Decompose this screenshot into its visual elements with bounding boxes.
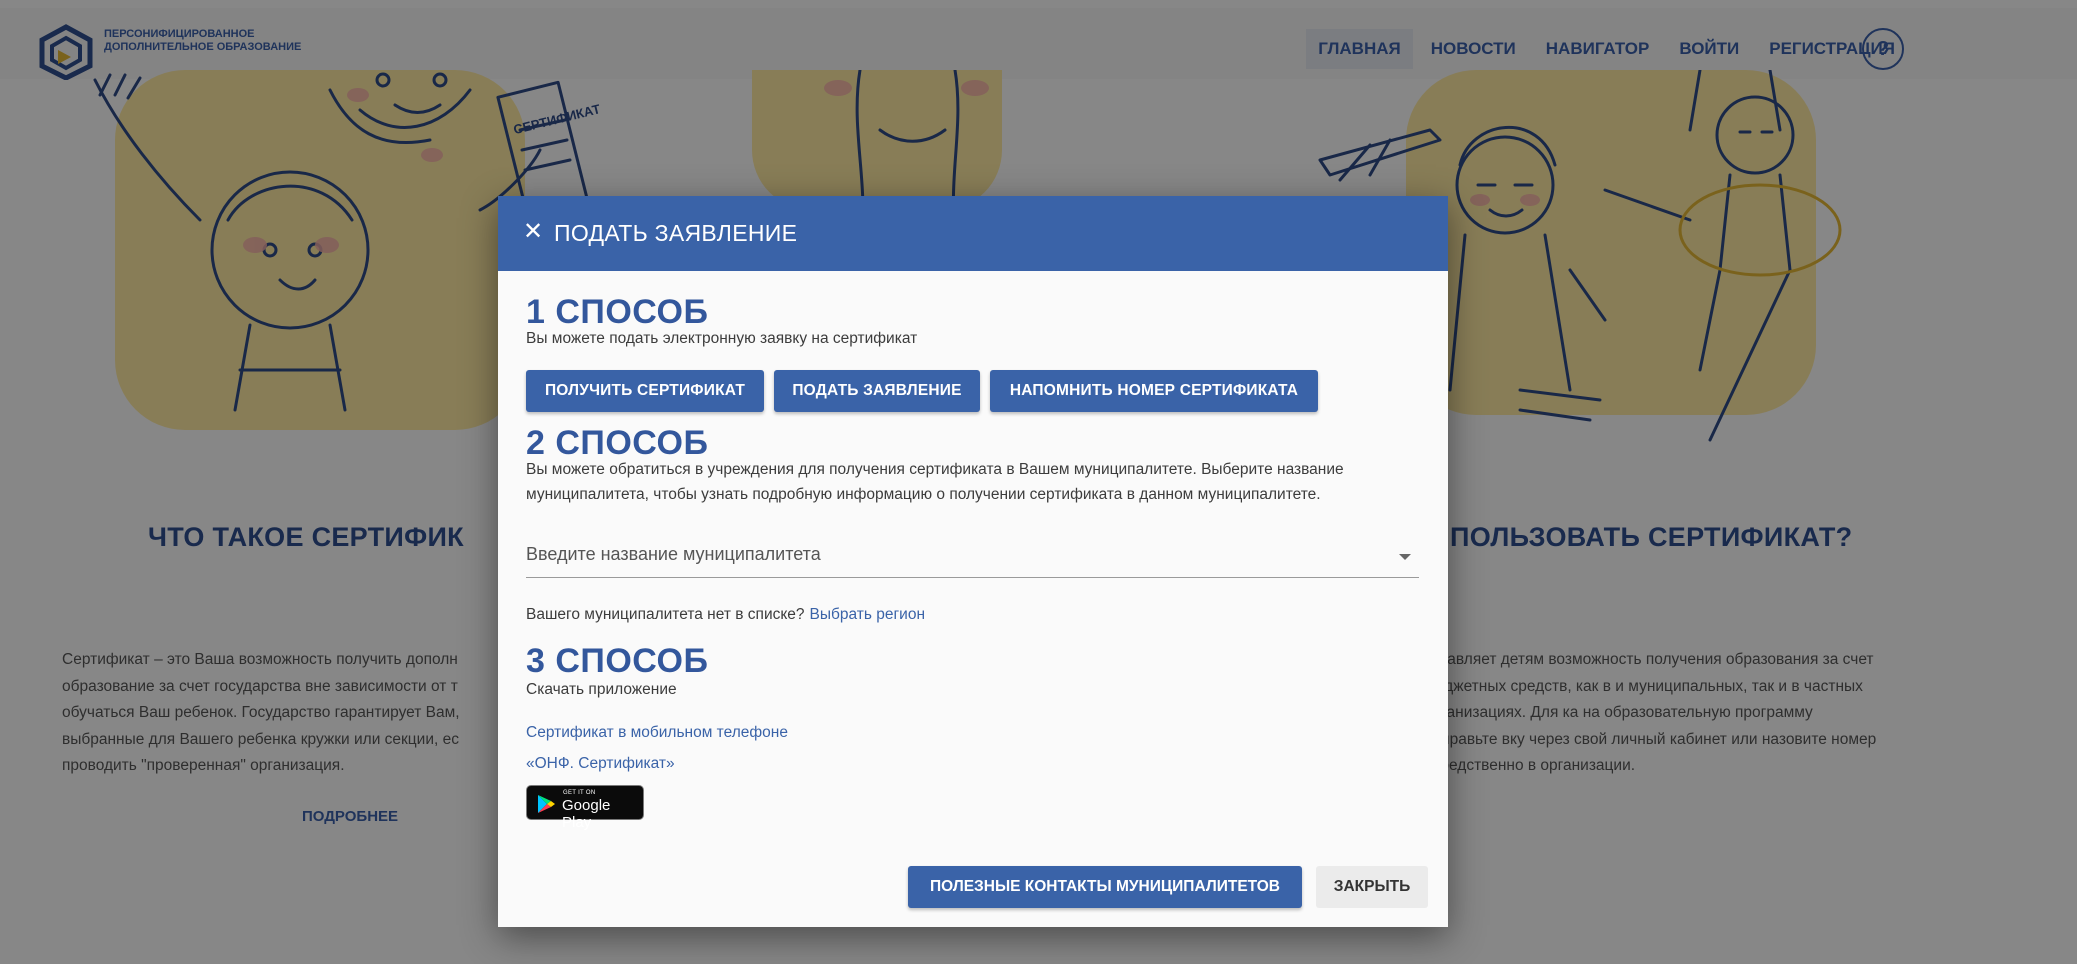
not-listed-row: Вашего муниципалитета нет в списке? Выбра… (526, 606, 925, 624)
google-play-small-text: GET IT ON (563, 790, 596, 796)
google-play-badge[interactable]: GET IT ON Google Play (526, 785, 644, 831)
municipality-contacts-button[interactable]: ПОЛЕЗНЫЕ КОНТАКТЫ МУНИЦИПАЛИТЕТОВ (908, 866, 1302, 908)
google-play-icon (538, 795, 555, 813)
submit-application-button[interactable]: ПОДАТЬ ЗАЯВЛЕНИЕ (774, 370, 980, 412)
apply-modal: ✕ ПОДАТЬ ЗАЯВЛЕНИЕ 1 СПОСОБ Вы можете по… (498, 196, 1448, 927)
onf-certificate-link[interactable]: «ОНФ. Сертификат» (526, 755, 675, 773)
remind-certificate-number-button[interactable]: НАПОМНИТЬ НОМЕР СЕРТИФИКАТА (990, 370, 1318, 412)
get-certificate-button[interactable]: ПОЛУЧИТЬ СЕРТИФИКАТ (526, 370, 764, 412)
chevron-down-icon[interactable] (1399, 554, 1411, 560)
mobile-certificate-link[interactable]: Сертификат в мобильном телефоне (526, 724, 788, 742)
not-listed-text: Вашего муниципалитета нет в списке? (526, 606, 805, 623)
modal-header: ✕ ПОДАТЬ ЗАЯВЛЕНИЕ (498, 196, 1448, 271)
municipality-select[interactable]: Введите название муниципалитета (526, 538, 1419, 578)
way-3-title: 3 СПОСОБ (526, 642, 709, 680)
modal-title: ПОДАТЬ ЗАЯВЛЕНИЕ (554, 220, 798, 246)
municipality-select-placeholder: Введите название муниципалитета (526, 544, 821, 564)
close-icon[interactable]: ✕ (518, 217, 548, 247)
way-1-description: Вы можете подать электронную заявку на с… (526, 330, 918, 347)
choose-region-link[interactable]: Выбрать регион (810, 606, 925, 623)
way-2-description: Вы можете обратиться в учреждения для по… (526, 461, 1344, 503)
google-play-name: Google Play (562, 797, 611, 831)
close-button[interactable]: ЗАКРЫТЬ (1316, 866, 1428, 908)
way-3-description: Скачать приложение (526, 681, 677, 698)
